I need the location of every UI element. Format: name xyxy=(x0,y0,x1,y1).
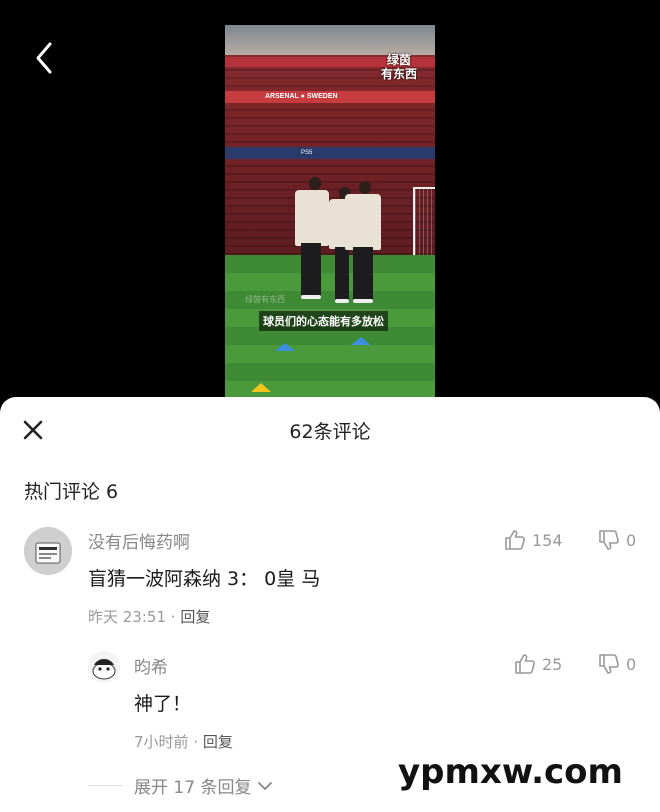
dislike-count: 0 xyxy=(626,654,637,674)
like-count: 25 xyxy=(542,654,563,674)
dislike-button[interactable]: 0 xyxy=(598,653,636,675)
avatar[interactable] xyxy=(88,651,120,683)
hot-comments-label: 热门评论 6 xyxy=(24,481,119,503)
stand-sign: PS5 xyxy=(225,147,435,159)
stadium-banner: ARSENAL ● SWEDEN xyxy=(225,91,435,103)
expand-replies-button[interactable]: 展开 17 条回复 xyxy=(134,773,273,798)
video-subtitle: 球员们的心态能有多放松 xyxy=(259,311,388,331)
video-area[interactable]: ARSENAL ● SWEDEN PS5 绿茵 有东西 绿茵有东西 球员们的心态… xyxy=(0,0,660,410)
meta-separator: · xyxy=(193,733,203,751)
comments-count-title: 62条评论 xyxy=(289,421,371,443)
site-watermark: ypmxw.com xyxy=(398,752,623,792)
goal-net xyxy=(413,187,435,257)
avatar-image xyxy=(88,651,120,683)
thumbs-down-icon xyxy=(599,530,619,550)
comment-meta: 7小时前 · 回复 xyxy=(134,731,233,752)
training-cone xyxy=(275,343,295,351)
thumbs-down-icon xyxy=(599,654,619,674)
like-count: 154 xyxy=(532,530,563,550)
chevron-down-icon xyxy=(258,781,273,790)
chevron-left-icon xyxy=(36,42,52,74)
comments-sheet: 62条评论 热门评论 6 没有后悔药啊 154 0 盲猜一波阿森纳 3： 0皇 … xyxy=(0,397,660,812)
watermark-line-2: 有东西 xyxy=(380,67,417,81)
comment-username[interactable]: 昀希 xyxy=(134,653,168,678)
comment-meta: 昨天 23:51 · 回复 xyxy=(88,606,210,627)
avatar[interactable] xyxy=(24,527,72,575)
dislike-count: 0 xyxy=(626,530,637,550)
expand-replies-label: 展开 17 条回复 xyxy=(134,778,252,798)
comment-text: 盲猜一波阿森纳 3： 0皇 马 xyxy=(88,568,321,590)
watermark-line-1: 绿茵 xyxy=(386,53,411,67)
comment-username[interactable]: 没有后悔药啊 xyxy=(88,528,190,553)
reply-button[interactable]: 回复 xyxy=(203,733,233,751)
training-cone xyxy=(251,383,271,392)
dislike-button[interactable]: 0 xyxy=(598,529,636,551)
faint-watermark: 绿茵有东西 xyxy=(245,295,285,304)
comment-time: 昨天 23:51 xyxy=(88,608,166,626)
training-cone xyxy=(351,337,371,345)
meta-separator: · xyxy=(170,608,181,626)
video-player[interactable]: ARSENAL ● SWEDEN PS5 绿茵 有东西 绿茵有东西 球员们的心态… xyxy=(225,25,435,397)
thumbs-up-icon xyxy=(505,530,525,550)
like-button[interactable]: 154 xyxy=(504,529,563,551)
channel-watermark: 绿茵 有东西 xyxy=(371,53,427,81)
comment-time: 7小时前 xyxy=(134,733,189,751)
expand-divider xyxy=(88,785,122,786)
comments-header: 62条评论 xyxy=(0,397,660,465)
like-button[interactable]: 25 xyxy=(514,653,562,675)
thumbs-up-icon xyxy=(515,654,535,674)
reply-button[interactable]: 回复 xyxy=(180,608,210,626)
back-button[interactable] xyxy=(28,38,62,78)
comment-text: 神了！ xyxy=(134,693,192,715)
stadium-roof xyxy=(225,25,435,55)
avatar-image xyxy=(24,527,72,575)
